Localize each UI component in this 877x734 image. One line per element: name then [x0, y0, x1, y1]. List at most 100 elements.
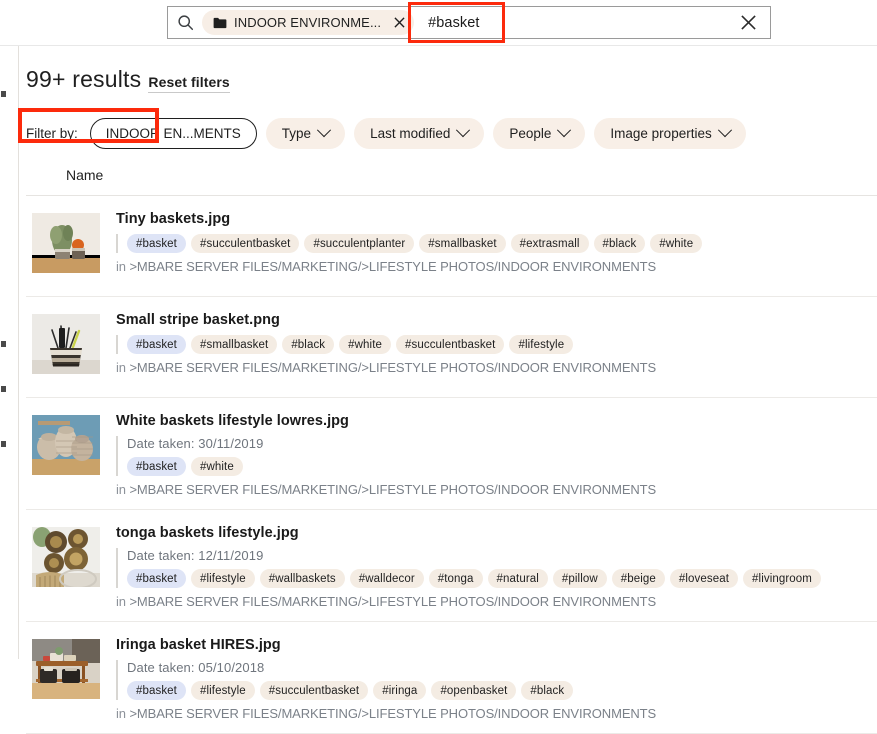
file-path[interactable]: in >MBARE SERVER FILES/MARKETING/>LIFEST…	[116, 706, 877, 721]
tag-chip[interactable]: #wallbaskets	[259, 569, 345, 588]
filter-chip-label: People	[509, 125, 552, 141]
search-field-container[interactable]: INDOOR ENVIRONME... #basket	[167, 6, 771, 39]
path-text: >MBARE SERVER FILES/MARKETING/>LIFESTYLE…	[129, 259, 657, 274]
tag-chip[interactable]: #natural	[487, 569, 548, 588]
tag-chip[interactable]: #succulentbasket	[259, 681, 369, 700]
rail-mark	[1, 341, 6, 347]
row-content: White baskets lifestyle lowres.jpg Date t…	[116, 412, 877, 497]
filter-chip-folder[interactable]: INDOOR EN...MENTS	[89, 117, 257, 149]
file-path[interactable]: in >MBARE SERVER FILES/MARKETING/>LIFEST…	[116, 360, 877, 375]
tag-list: #basket #smallbasket #black #white #succulen…	[127, 335, 877, 354]
path-prefix: in	[116, 360, 130, 375]
file-thumbnail[interactable]	[32, 213, 100, 273]
table-row[interactable]: Small stripe basket.png #basket #smallbask…	[26, 297, 877, 398]
filter-chip-people[interactable]: People	[493, 117, 586, 149]
search-icon	[168, 14, 202, 31]
table-row[interactable]: White baskets lifestyle lowres.jpg Date t…	[26, 398, 877, 510]
tag-chip[interactable]: #basket	[127, 569, 186, 588]
tag-chip[interactable]: #livingroom	[743, 569, 821, 588]
tag-chip[interactable]: #basket	[127, 457, 186, 476]
tag-chip[interactable]: #openbasket	[431, 681, 517, 700]
row-content: Tiny baskets.jpg #basket #succulentbasket #…	[116, 210, 877, 274]
tag-chip[interactable]: #succulentbasket	[396, 335, 505, 354]
tag-chip[interactable]: #extrasmall	[510, 234, 589, 253]
path-prefix: in	[116, 706, 130, 721]
path-text: >MBARE SERVER FILES/MARKETING/>LIFESTYLE…	[129, 482, 657, 497]
tag-chip[interactable]: #smallbasket	[419, 234, 506, 253]
tag-chip[interactable]: #tonga	[428, 569, 483, 588]
date-taken: Date taken: 30/11/2019	[127, 436, 264, 451]
tag-chip[interactable]: #white	[190, 457, 243, 476]
tag-chip[interactable]: #white	[650, 234, 703, 253]
row-content: tonga baskets lifestyle.jpg Date taken: 1…	[116, 524, 877, 609]
folder-icon	[213, 17, 227, 29]
file-path[interactable]: in >MBARE SERVER FILES/MARKETING/>LIFEST…	[116, 259, 877, 274]
file-name[interactable]: tonga baskets lifestyle.jpg	[116, 525, 877, 541]
scope-folder-chip[interactable]: INDOOR ENVIRONME...	[202, 10, 415, 35]
file-metadata: Date taken: 12/11/2019 #basket #lifestyle #…	[116, 548, 877, 588]
tag-chip[interactable]: #basket	[127, 234, 186, 253]
tag-chip[interactable]: #succulentbasket	[190, 234, 300, 253]
thumbnail-image	[32, 314, 100, 374]
tag-chip[interactable]: #white	[339, 335, 391, 354]
filter-chip-last-modified[interactable]: Last modified	[354, 117, 485, 149]
rail-mark	[1, 441, 6, 447]
filter-bar: Filter by: INDOOR EN...MENTS Type Last m…	[0, 90, 877, 150]
tag-list: #basket #lifestyle #succulentbasket #iringa…	[127, 681, 877, 700]
tag-chip[interactable]: #basket	[127, 681, 186, 700]
file-metadata: #basket #succulentbasket #succulentplanter…	[116, 234, 877, 253]
tag-chip[interactable]: #beige	[611, 569, 665, 588]
path-text: >MBARE SERVER FILES/MARKETING/>LIFESTYLE…	[129, 594, 657, 609]
tag-chip[interactable]: #black	[593, 234, 646, 253]
tag-chip[interactable]: #lifestyle	[509, 335, 574, 354]
file-name[interactable]: Small stripe basket.png	[116, 312, 877, 328]
top-search-bar: INDOOR ENVIRONME... #basket	[0, 0, 877, 46]
filter-chip-label: Last modified	[370, 125, 451, 141]
file-path[interactable]: in >MBARE SERVER FILES/MARKETING/>LIFEST…	[116, 594, 877, 609]
table-row[interactable]: Iringa basket HIRES.jpg Date taken: 05/10…	[26, 622, 877, 734]
tag-chip[interactable]: #lifestyle	[190, 569, 255, 588]
table-row[interactable]: tonga baskets lifestyle.jpg Date taken: 1…	[26, 510, 877, 622]
remove-folder-chip-button[interactable]	[388, 12, 410, 34]
filter-chip-type[interactable]: Type	[265, 117, 346, 149]
tag-chip[interactable]: #walldecor	[349, 569, 424, 588]
file-metadata: Date taken: 05/10/2018 #basket #lifestyle #…	[116, 660, 877, 700]
tag-chip[interactable]: #black	[521, 681, 574, 700]
file-path[interactable]: in >MBARE SERVER FILES/MARKETING/>LIFEST…	[116, 482, 877, 497]
tag-chip[interactable]: #smallbasket	[190, 335, 278, 354]
filter-chip-label: Type	[281, 125, 312, 141]
file-thumbnail[interactable]	[32, 527, 100, 587]
clear-search-button[interactable]	[726, 14, 770, 31]
chevron-down-icon	[717, 123, 732, 138]
rows-container: Tiny baskets.jpg #basket #succulentbasket #…	[26, 196, 877, 734]
file-name[interactable]: White baskets lifestyle lowres.jpg	[116, 413, 877, 429]
scope-folder-label: INDOOR ENVIRONME...	[234, 15, 382, 30]
tag-chip[interactable]: #pillow	[552, 569, 607, 588]
thumbnail-image	[32, 213, 100, 273]
file-thumbnail[interactable]	[32, 314, 100, 374]
file-name[interactable]: Tiny baskets.jpg	[116, 211, 877, 227]
tag-chip[interactable]: #iringa	[373, 681, 427, 700]
date-taken: Date taken: 12/11/2019	[127, 548, 264, 563]
rail-mark	[1, 386, 6, 392]
row-content: Small stripe basket.png #basket #smallbask…	[116, 311, 877, 375]
file-name[interactable]: Iringa basket HIRES.jpg	[116, 637, 877, 653]
tag-list: #basket #white	[127, 457, 877, 476]
tag-list: #basket #succulentbasket #succulentplanter…	[127, 234, 877, 253]
thumbnail-image	[32, 639, 100, 699]
table-row[interactable]: Tiny baskets.jpg #basket #succulentbasket #…	[26, 196, 877, 297]
chevron-down-icon	[316, 123, 332, 138]
file-thumbnail[interactable]	[32, 415, 100, 475]
tag-list: #basket #lifestyle #wallbaskets #walldecor #…	[127, 569, 877, 588]
reset-filters-button[interactable]: Reset filters	[148, 74, 230, 93]
file-metadata: Date taken: 30/11/2019 #basket #white	[116, 436, 877, 476]
tag-chip[interactable]: #black	[282, 335, 335, 354]
tag-chip[interactable]: #loveseat	[669, 569, 739, 588]
search-input[interactable]: #basket	[423, 7, 726, 38]
file-thumbnail[interactable]	[32, 639, 100, 699]
tag-chip[interactable]: #succulentplanter	[304, 234, 415, 253]
date-taken: Date taken: 05/10/2018	[127, 660, 265, 675]
filter-chip-image-properties[interactable]: Image properties	[594, 117, 746, 149]
tag-chip[interactable]: #lifestyle	[190, 681, 255, 700]
tag-chip[interactable]: #basket	[127, 335, 186, 354]
